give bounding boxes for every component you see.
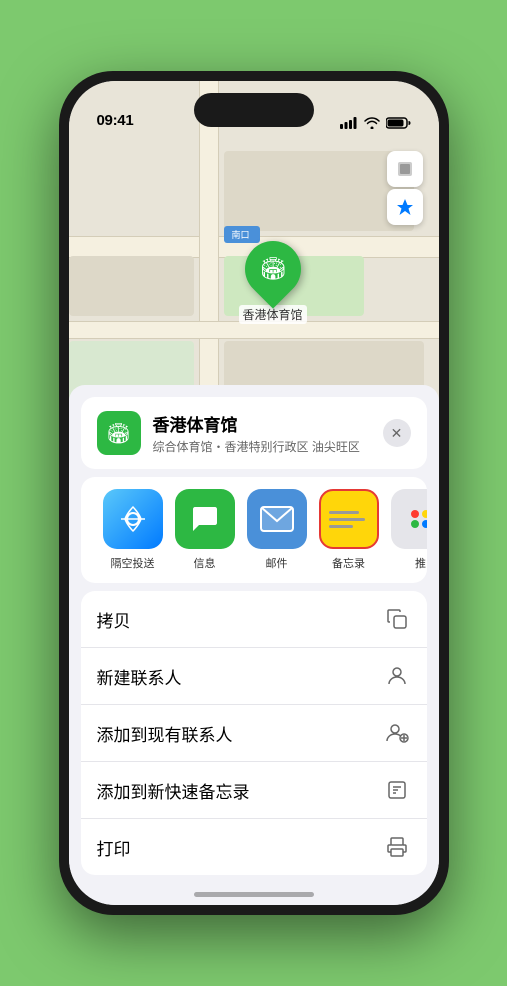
mail-icon [247, 489, 307, 549]
share-item-mail[interactable]: 邮件 [241, 489, 313, 571]
map-controls [387, 151, 423, 225]
more-icon [391, 489, 427, 549]
venue-name: 香港体育馆 [153, 411, 360, 436]
map-location-button[interactable] [387, 189, 423, 225]
venue-logo: 🏟 [97, 411, 141, 455]
messages-label: 信息 [194, 555, 216, 571]
action-copy[interactable]: 拷贝 [81, 591, 427, 648]
new-contact-label: 新建联系人 [97, 664, 182, 689]
notes-lines [321, 503, 377, 536]
phone-screen: 09:41 [69, 81, 439, 905]
print-label: 打印 [97, 835, 131, 860]
notes-icon [319, 489, 379, 549]
notes-line-3 [329, 525, 353, 528]
more-label: 推 [415, 555, 426, 571]
close-icon: ✕ [391, 425, 403, 442]
notes-label: 备忘录 [332, 555, 365, 571]
mail-label: 邮件 [266, 555, 288, 571]
share-row: 隔空投送 信息 [81, 477, 427, 583]
messages-icon [175, 489, 235, 549]
battery-icon [386, 117, 411, 129]
person-icon [383, 662, 411, 690]
share-item-more[interactable]: 推 [385, 489, 427, 571]
action-list: 拷贝 新建联系人 [81, 591, 427, 875]
print-icon [383, 833, 411, 861]
phone-frame: 09:41 [59, 71, 449, 915]
venue-close-button[interactable]: ✕ [383, 419, 411, 447]
wifi-icon [364, 117, 380, 129]
dot-yellow [422, 510, 427, 518]
share-item-notes[interactable]: 备忘录 [313, 489, 385, 571]
pin-venue-icon: 🏟 [259, 256, 287, 282]
action-new-contact[interactable]: 新建联系人 [81, 648, 427, 705]
person-add-icon [383, 719, 411, 747]
airdrop-icon [103, 489, 163, 549]
add-notes-label: 添加到新快速备忘录 [97, 778, 250, 803]
status-time: 09:41 [97, 112, 134, 129]
copy-label: 拷贝 [97, 607, 131, 632]
venue-subtitle: 综合体育馆・香港特别行政区 油尖旺区 [153, 438, 360, 455]
add-existing-label: 添加到现有联系人 [97, 721, 233, 746]
copy-icon [383, 605, 411, 633]
pin-icon-shape: 🏟 [233, 229, 312, 308]
more-dots-row1 [411, 510, 427, 518]
venue-info: 🏟 香港体育馆 综合体育馆・香港特别行政区 油尖旺区 [97, 411, 360, 455]
notes-line-2 [329, 518, 365, 521]
home-indicator [194, 892, 314, 897]
more-dots-row2 [411, 520, 427, 528]
bottom-sheet: 🏟 香港体育馆 综合体育馆・香港特别行政区 油尖旺区 ✕ [69, 385, 439, 905]
location-pin: 🏟 香港体育馆 [239, 241, 307, 324]
action-add-notes[interactable]: 添加到新快速备忘录 [81, 762, 427, 819]
dynamic-island [194, 93, 314, 127]
signal-icon [340, 117, 358, 129]
venue-card: 🏟 香港体育馆 综合体育馆・香港特别行政区 油尖旺区 ✕ [81, 397, 427, 469]
venue-text: 香港体育馆 综合体育馆・香港特别行政区 油尖旺区 [153, 411, 360, 455]
action-add-existing[interactable]: 添加到现有联系人 [81, 705, 427, 762]
notes-line-1 [329, 511, 359, 514]
map-layers-button[interactable] [387, 151, 423, 187]
dot-red [411, 510, 419, 518]
share-item-messages[interactable]: 信息 [169, 489, 241, 571]
dot-blue [422, 520, 427, 528]
action-print[interactable]: 打印 [81, 819, 427, 875]
note-add-icon [383, 776, 411, 804]
dot-green [411, 520, 419, 528]
share-item-airdrop[interactable]: 隔空投送 [97, 489, 169, 571]
status-icons [340, 117, 411, 129]
airdrop-label: 隔空投送 [111, 555, 155, 571]
